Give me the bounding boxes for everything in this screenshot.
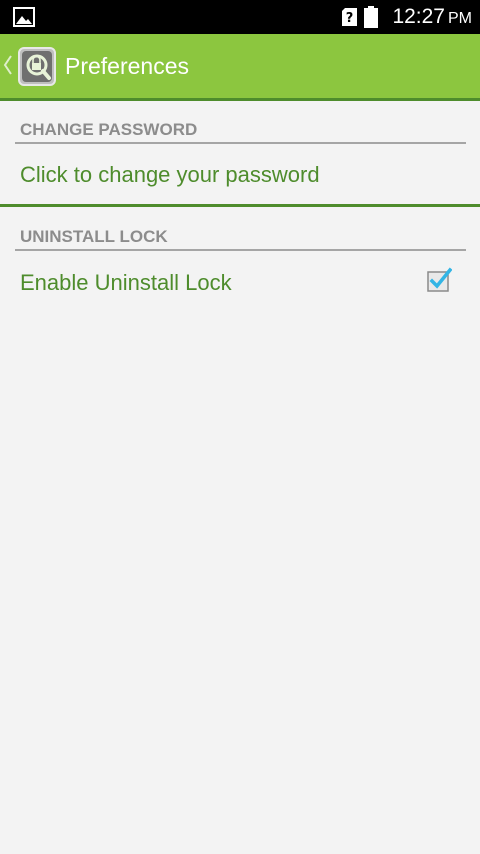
uninstall-lock-checkbox[interactable] bbox=[426, 267, 452, 293]
action-bar-title: Preferences bbox=[65, 53, 190, 79]
battery-icon bbox=[364, 6, 378, 28]
app-lock-icon bbox=[18, 47, 56, 86]
status-bar: ? 12:27 PM bbox=[0, 0, 480, 34]
action-bar: Preferences bbox=[0, 34, 480, 101]
photo-icon bbox=[13, 7, 35, 27]
svg-text:?: ? bbox=[346, 11, 354, 26]
preference-change-password[interactable]: Click to change your password bbox=[0, 146, 480, 204]
category-header-change-password: CHANGE PASSWORD bbox=[15, 120, 466, 144]
preference-title: Click to change your password bbox=[20, 162, 320, 187]
preference-enable-uninstall-lock[interactable]: Enable Uninstall Lock bbox=[0, 253, 480, 313]
preference-title: Enable Uninstall Lock bbox=[20, 270, 232, 295]
no-sim-icon: ? bbox=[342, 8, 357, 26]
up-navigation-button[interactable]: Preferences bbox=[0, 34, 250, 98]
category-header-uninstall-lock: UNINSTALL LOCK bbox=[15, 227, 466, 251]
clock-ampm: PM bbox=[448, 10, 472, 27]
chevron-left-icon bbox=[3, 55, 12, 75]
clock: 12:27 PM bbox=[392, 0, 472, 34]
section-divider bbox=[0, 204, 480, 207]
clock-time: 12:27 bbox=[392, 5, 445, 28]
